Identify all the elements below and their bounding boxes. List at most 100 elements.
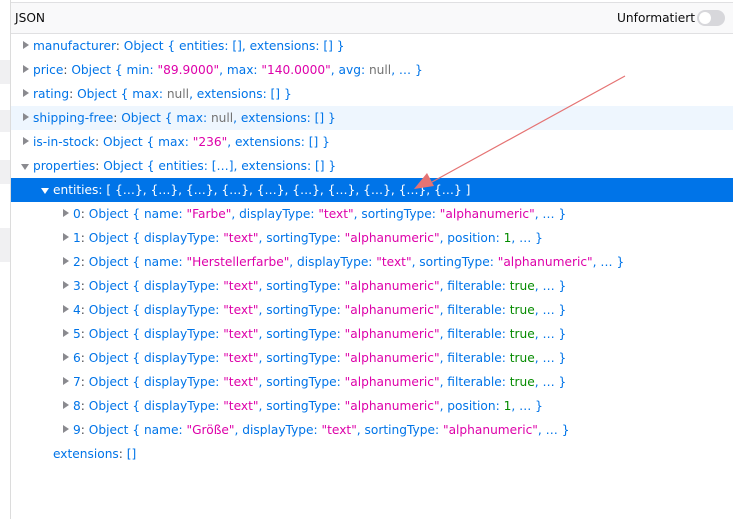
json-string-value: "alphanumeric" (344, 327, 440, 341)
json-preview: [] (126, 447, 137, 461)
json-preview: , max: (219, 63, 262, 77)
tree-row[interactable]: entities: [ {…}, {…}, {…}, {…}, {…}, {…}… (11, 178, 733, 202)
json-key: 2 (73, 255, 81, 269)
json-string-value: "Farbe" (186, 207, 232, 221)
json-key: 1 (73, 231, 81, 245)
tree-row[interactable]: manufacturer: Object { entities: [], ext… (11, 34, 733, 58)
toggle-knob (699, 12, 711, 24)
json-string-value: "text" (223, 327, 259, 341)
collapsed-triangle-icon[interactable] (21, 34, 31, 58)
tree-row[interactable]: 7: Object { displayType: "text", sorting… (11, 370, 733, 394)
tree-row[interactable]: 4: Object { displayType: "text", sorting… (11, 298, 733, 322)
tree-row[interactable]: price: Object { min: "89.9000", max: "14… (11, 58, 733, 82)
collapsed-triangle-icon[interactable] (61, 394, 71, 418)
tree-row[interactable]: properties: Object { entities: […], exte… (11, 154, 733, 178)
row-content: 2: Object { name: "Herstellerfarbe", dis… (73, 250, 624, 274)
collapsed-triangle-icon[interactable] (61, 274, 71, 298)
json-preview: , displayType: (289, 255, 377, 269)
json-literal-value: true (509, 327, 535, 341)
json-preview: : (80, 207, 89, 221)
json-preview: , filterable: (439, 303, 510, 317)
json-preview: Object { name: (88, 255, 187, 269)
json-preview: Object { max: (121, 111, 211, 125)
expanded-triangle-icon[interactable] (21, 154, 31, 178)
json-preview: , sortingType: (353, 207, 440, 221)
tree-row[interactable]: 8: Object { displayType: "text", sorting… (11, 394, 733, 418)
tree-row[interactable]: extensions: [] (11, 442, 733, 466)
json-null-value: null (368, 63, 392, 77)
json-preview: : (80, 423, 89, 437)
json-preview: , extensions: [] } (189, 87, 292, 101)
row-content: 1: Object { displayType: "text", sorting… (73, 226, 543, 250)
json-preview: , sortingType: (258, 279, 345, 293)
json-preview: , sortingType: (258, 303, 345, 317)
row-content: extensions: [] (53, 442, 136, 466)
json-key: is-in-stock (33, 135, 95, 149)
tree-row[interactable]: rating: Object { max: null, extensions: … (11, 82, 733, 106)
json-preview: : (80, 399, 89, 413)
unformatted-toggle-label[interactable]: Unformatiert (617, 11, 695, 25)
json-key: properties (33, 159, 96, 173)
json-preview: : (80, 255, 89, 269)
json-preview: , sortingType: (258, 399, 345, 413)
json-preview: , … } (534, 303, 567, 317)
json-preview: , … } (534, 207, 567, 221)
collapsed-triangle-icon[interactable] (21, 82, 31, 106)
json-string-value: "alphanumeric" (344, 351, 440, 365)
json-key: extensions (53, 447, 119, 461)
unformatted-toggle[interactable] (697, 10, 725, 26)
json-preview: , sortingType: (411, 255, 498, 269)
row-content: price: Object { min: "89.9000", max: "14… (33, 58, 423, 82)
json-string-value: "text" (223, 279, 259, 293)
tree-row[interactable]: 5: Object { displayType: "text", sorting… (11, 322, 733, 346)
json-preview: , … } (537, 423, 570, 437)
row-content: 0: Object { name: "Farbe", displayType: … (73, 202, 566, 226)
collapsed-triangle-icon[interactable] (21, 106, 31, 130)
expanded-triangle-icon[interactable] (41, 178, 51, 202)
tree-row[interactable]: 0: Object { name: "Farbe", displayType: … (11, 202, 733, 226)
json-preview: Object { entities: […], extensions: [] } (103, 159, 337, 173)
tree-row[interactable]: shipping-free: Object { max: null, exten… (11, 106, 733, 130)
collapsed-triangle-icon[interactable] (61, 418, 71, 442)
json-key: 4 (73, 303, 81, 317)
json-preview: , … } (534, 327, 567, 341)
collapsed-triangle-icon[interactable] (61, 346, 71, 370)
json-preview: , filterable: (439, 279, 510, 293)
row-content: 8: Object { displayType: "text", sorting… (73, 394, 543, 418)
collapsed-triangle-icon[interactable] (61, 250, 71, 274)
row-content: is-in-stock: Object { max: "236", extens… (33, 130, 330, 154)
tree-row[interactable]: 3: Object { displayType: "text", sorting… (11, 274, 733, 298)
collapsed-triangle-icon[interactable] (61, 298, 71, 322)
json-preview: : (95, 159, 104, 173)
json-null-value: null (210, 111, 234, 125)
json-preview: , filterable: (439, 327, 510, 341)
tree-row[interactable]: 1: Object { displayType: "text", sorting… (11, 226, 733, 250)
collapsed-triangle-icon[interactable] (61, 226, 71, 250)
json-literal-value: true (509, 375, 535, 389)
tree-row[interactable]: 9: Object { name: "Größe", displayType: … (11, 418, 733, 442)
collapsed-triangle-icon[interactable] (61, 370, 71, 394)
collapsed-triangle-icon[interactable] (21, 58, 31, 82)
row-content: entities: [ {…}, {…}, {…}, {…}, {…}, {…}… (53, 178, 470, 202)
json-string-value: "alphanumeric" (344, 279, 440, 293)
tree-row[interactable]: 6: Object { displayType: "text", sorting… (11, 346, 733, 370)
collapsed-triangle-icon[interactable] (61, 202, 71, 226)
json-string-value: "text" (321, 423, 357, 437)
json-preview: , extensions: [] } (227, 135, 330, 149)
json-preview: , … } (534, 279, 567, 293)
json-preview: , sortingType: (258, 327, 345, 341)
json-string-value: "140.0000" (261, 63, 331, 77)
json-preview: , sortingType: (258, 375, 345, 389)
row-content: 6: Object { displayType: "text", sorting… (73, 346, 566, 370)
collapsed-triangle-icon[interactable] (21, 130, 31, 154)
json-preview: , … } (534, 375, 567, 389)
json-preview: Object { displayType: (88, 231, 224, 245)
json-string-value: "text" (223, 351, 259, 365)
json-key: rating (33, 87, 70, 101)
tree-row[interactable]: 2: Object { name: "Herstellerfarbe", dis… (11, 250, 733, 274)
row-content: 5: Object { displayType: "text", sorting… (73, 322, 566, 346)
json-preview: : (115, 39, 124, 53)
json-tree: manufacturer: Object { entities: [], ext… (11, 34, 733, 466)
tree-row[interactable]: is-in-stock: Object { max: "236", extens… (11, 130, 733, 154)
collapsed-triangle-icon[interactable] (61, 322, 71, 346)
